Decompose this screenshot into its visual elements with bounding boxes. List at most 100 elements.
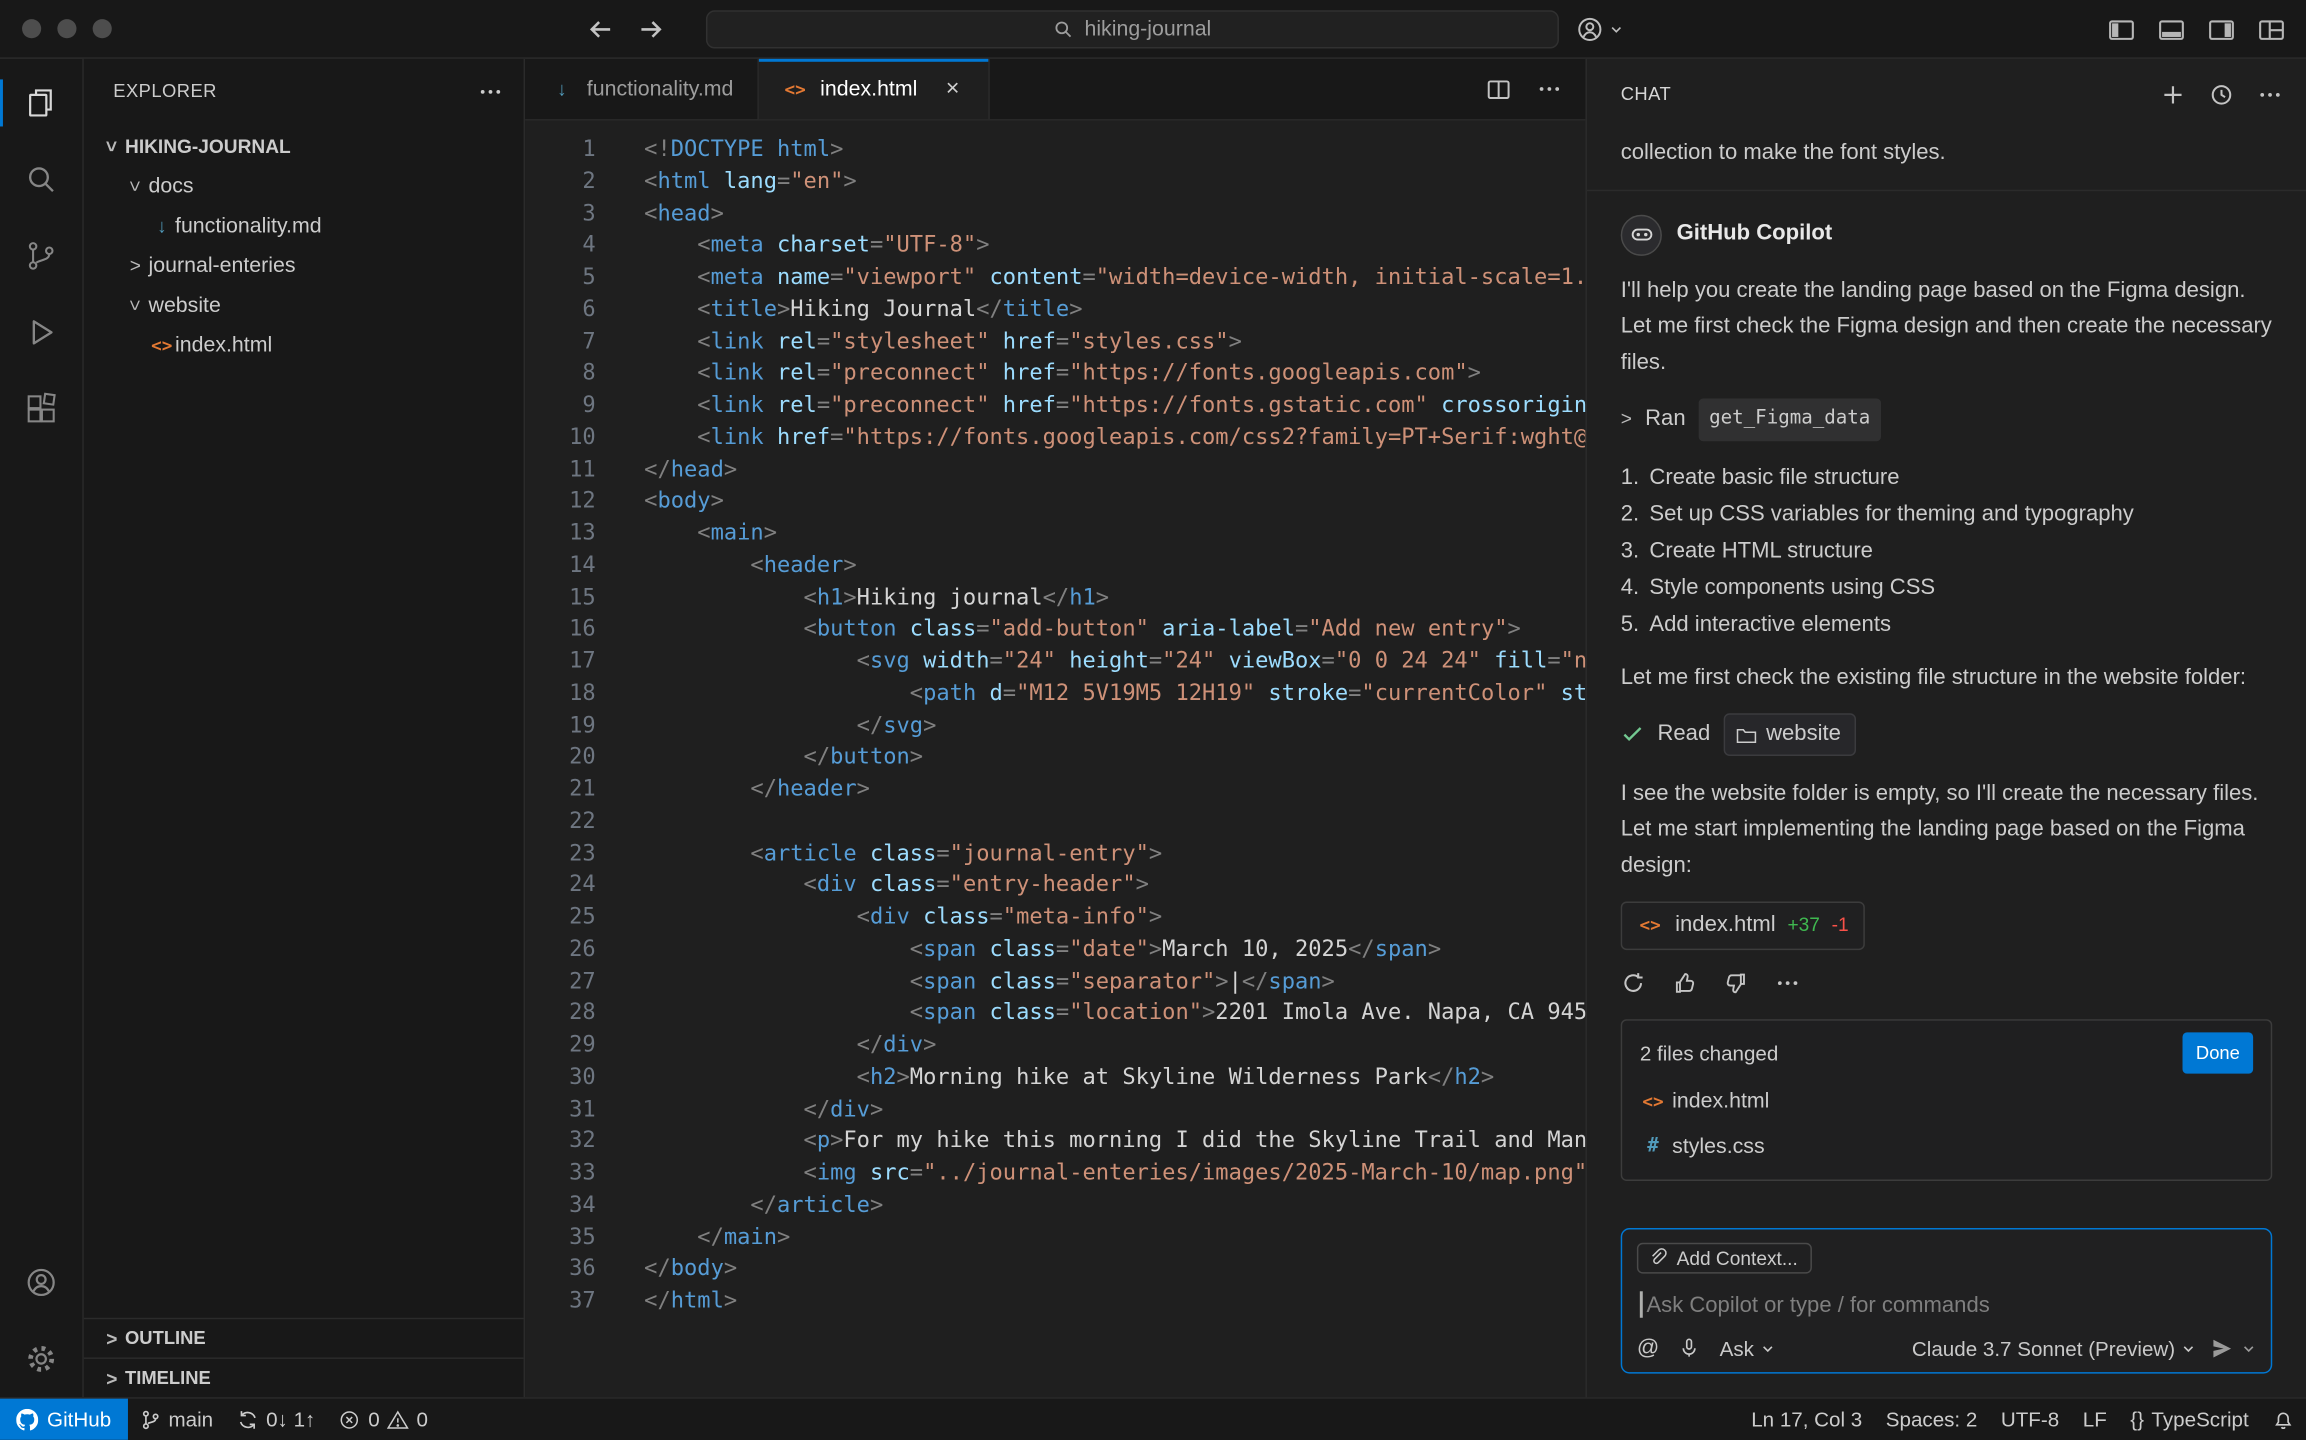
code-line[interactable]: 12<body>: [525, 486, 1585, 518]
code-line[interactable]: 30 <h2>Morning hike at Skyline Wildernes…: [525, 1061, 1585, 1093]
notifications-item[interactable]: [2260, 1399, 2306, 1440]
read-target-chip[interactable]: website: [1723, 713, 1855, 755]
code-line[interactable]: 27 <span class="separator">|</span>: [525, 966, 1585, 998]
close-tab-icon[interactable]: [941, 76, 965, 102]
code-line[interactable]: 3<head>: [525, 198, 1585, 230]
activitybar-settings[interactable]: [0, 1321, 82, 1397]
code-line[interactable]: 26 <span class="date">March 10, 2025</sp…: [525, 934, 1585, 966]
code-line[interactable]: 33 <img src="../journal-enteries/images/…: [525, 1157, 1585, 1189]
chat-history-button[interactable]: [2209, 82, 2234, 107]
zoom-window-button[interactable]: [93, 19, 112, 38]
add-context-button[interactable]: Add Context...: [1637, 1242, 1813, 1273]
branch-status-item[interactable]: main: [127, 1399, 225, 1440]
code-line[interactable]: 17 <svg width="24" height="24" viewBox="…: [525, 646, 1585, 678]
chat-text-input[interactable]: Ask Copilot or type / for commands: [1640, 1291, 2253, 1317]
tree-item-journal-enteries[interactable]: journal-enteries: [84, 246, 524, 286]
code-line[interactable]: 6 <title>Hiking Journal</title>: [525, 294, 1585, 326]
language-mode-item[interactable]: {} TypeScript: [2119, 1399, 2261, 1440]
code-line[interactable]: 21 </header>: [525, 774, 1585, 806]
chat-input-widget[interactable]: Add Context... Ask Copilot or type / for…: [1621, 1227, 2273, 1373]
code-line[interactable]: 32 <p>For my hike this morning I did the…: [525, 1125, 1585, 1157]
customize-layout-button[interactable]: [2258, 15, 2286, 43]
tree-item-website[interactable]: website: [84, 285, 524, 325]
code-line[interactable]: 9 <link rel="preconnect" href="https://f…: [525, 390, 1585, 422]
activitybar-source-control[interactable]: [0, 218, 82, 294]
timeline-section[interactable]: TIMELINE: [84, 1357, 524, 1397]
tree-item-docs[interactable]: docs: [84, 166, 524, 206]
sync-status-item[interactable]: 0↓ 1↑: [225, 1399, 327, 1440]
code-line[interactable]: 1<!DOCTYPE html>: [525, 134, 1585, 166]
changed-file-styles-css[interactable]: # styles.css: [1622, 1124, 2271, 1179]
code-line[interactable]: 16 <button class="add-button" aria-label…: [525, 614, 1585, 646]
code-line[interactable]: 34 </article>: [525, 1189, 1585, 1221]
tree-item-functionality-md[interactable]: ↓ functionality.md: [84, 206, 524, 246]
editor-more-actions-button[interactable]: [1537, 76, 1562, 101]
code-line[interactable]: 23 <article class="journal-entry">: [525, 838, 1585, 870]
activitybar-explorer[interactable]: [0, 65, 82, 141]
activitybar-run-debug[interactable]: [0, 294, 82, 370]
command-center-search[interactable]: hiking-journal: [706, 10, 1559, 48]
mention-button[interactable]: [1637, 1335, 1659, 1360]
explorer-more-actions-button[interactable]: [478, 79, 503, 104]
code-line[interactable]: 13 <main>: [525, 518, 1585, 550]
code-line[interactable]: 24 <div class="entry-header">: [525, 870, 1585, 902]
voice-input-button[interactable]: [1678, 1337, 1700, 1359]
new-chat-button[interactable]: [2160, 82, 2185, 107]
outline-section[interactable]: OUTLINE: [84, 1318, 524, 1358]
thumbs-down-button[interactable]: [1724, 970, 1749, 995]
code-line[interactable]: 10 <link href="https://fonts.googleapis.…: [525, 422, 1585, 454]
indentation-item[interactable]: Spaces: 2: [1874, 1399, 1989, 1440]
response-more-button[interactable]: [1775, 970, 1800, 995]
activitybar-search[interactable]: [0, 141, 82, 217]
eol-item[interactable]: LF: [2071, 1399, 2119, 1440]
code-line[interactable]: 5 <meta name="viewport" content="width=d…: [525, 262, 1585, 294]
changed-file-index-html[interactable]: <> index.html: [1622, 1079, 2271, 1124]
close-window-button[interactable]: [22, 19, 41, 38]
minimize-window-button[interactable]: [57, 19, 76, 38]
tree-item-index-html[interactable]: <> index.html: [84, 325, 524, 365]
code-line[interactable]: 22: [525, 806, 1585, 838]
tab-index-html[interactable]: <> index.html: [758, 59, 989, 119]
code-line[interactable]: 28 <span class="location">2201 Imola Ave…: [525, 998, 1585, 1030]
tree-item-root[interactable]: HIKING-JOURNAL: [84, 126, 524, 166]
activitybar-extensions[interactable]: [0, 371, 82, 447]
tool-call-row[interactable]: Ran get_Figma_data: [1621, 399, 2273, 441]
code-line[interactable]: 2<html lang="en">: [525, 166, 1585, 198]
code-line[interactable]: 31 </div>: [525, 1093, 1585, 1125]
code-line[interactable]: 37</html>: [525, 1285, 1585, 1317]
code-line[interactable]: 36</body>: [525, 1253, 1585, 1285]
code-line[interactable]: 14 <header>: [525, 550, 1585, 582]
code-line[interactable]: 18 <path d="M12 5V19M5 12H19" stroke="cu…: [525, 678, 1585, 710]
code-line[interactable]: 11</head>: [525, 454, 1585, 486]
send-button[interactable]: [2210, 1336, 2234, 1360]
code-line[interactable]: 20 </button>: [525, 742, 1585, 774]
forward-button[interactable]: [637, 15, 666, 44]
code-line[interactable]: 19 </svg>: [525, 710, 1585, 742]
toggle-primary-sidebar-button[interactable]: [2108, 15, 2136, 43]
toggle-secondary-sidebar-button[interactable]: [2208, 15, 2236, 43]
code-line[interactable]: 25 <div class="meta-info">: [525, 902, 1585, 934]
tab-functionality-md[interactable]: ↓ functionality.md: [525, 59, 758, 119]
encoding-item[interactable]: UTF-8: [1989, 1399, 2071, 1440]
chat-more-actions-button[interactable]: [2258, 82, 2283, 107]
code-line[interactable]: 4 <meta charset="UTF-8">: [525, 230, 1585, 262]
code-line[interactable]: 15 <h1>Hiking journal</h1>: [525, 582, 1585, 614]
toggle-panel-button[interactable]: [2158, 15, 2186, 43]
split-editor-button[interactable]: [1485, 76, 1511, 102]
problems-status-item[interactable]: 0 0: [327, 1399, 440, 1440]
edited-file-chip[interactable]: <> index.html +37 -1: [1621, 902, 1865, 950]
code-line[interactable]: 35 </main>: [525, 1221, 1585, 1253]
activitybar-accounts[interactable]: [0, 1244, 82, 1320]
back-button[interactable]: [585, 15, 614, 44]
send-options-button[interactable]: [2241, 1341, 2256, 1356]
profile-menu[interactable]: [1577, 0, 1624, 59]
regenerate-button[interactable]: [1621, 970, 1646, 995]
chat-mode-selector[interactable]: Ask: [1720, 1336, 1775, 1360]
thumbs-up-button[interactable]: [1672, 970, 1697, 995]
code-line[interactable]: 7 <link rel="stylesheet" href="styles.cs…: [525, 326, 1585, 358]
model-selector[interactable]: Claude 3.7 Sonnet (Preview): [1912, 1336, 2196, 1360]
cursor-position-item[interactable]: Ln 17, Col 3: [1739, 1399, 1874, 1440]
github-status-item[interactable]: GitHub: [0, 1399, 127, 1440]
code-editor[interactable]: 1<!DOCTYPE html>2<html lang="en">3<head>…: [525, 121, 1585, 1398]
code-line[interactable]: 29 </div>: [525, 1029, 1585, 1061]
